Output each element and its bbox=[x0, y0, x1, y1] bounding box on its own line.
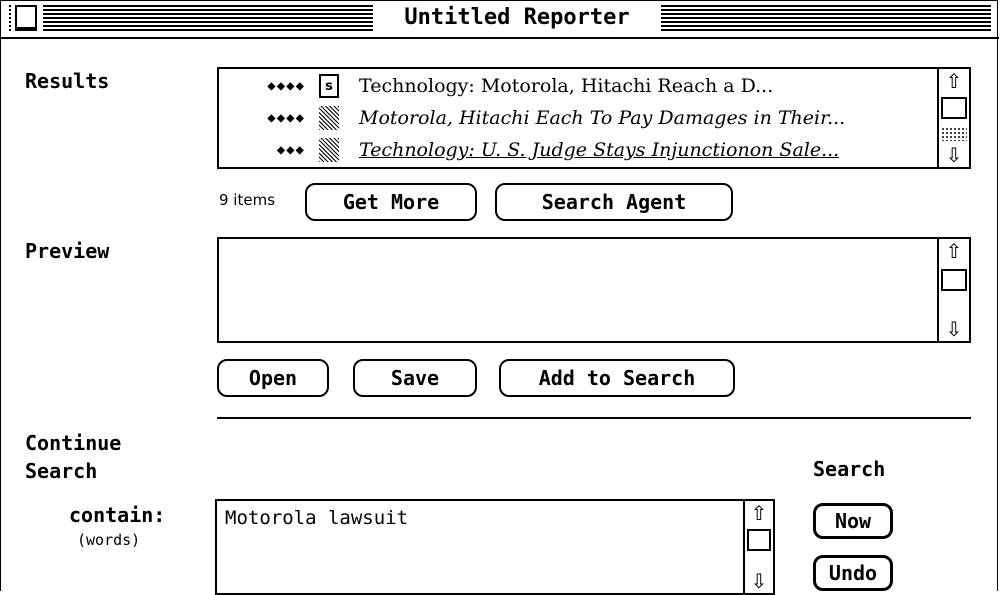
words-hint: (words) bbox=[77, 531, 141, 549]
continue-label-line2: Search bbox=[25, 459, 98, 483]
scroll-thumb[interactable] bbox=[747, 529, 771, 551]
window-title: Untitled Reporter bbox=[373, 3, 661, 33]
title-bar[interactable]: Untitled Reporter bbox=[1, 1, 999, 39]
search-now-button[interactable]: Now bbox=[813, 503, 893, 539]
scroll-thumb[interactable] bbox=[941, 97, 967, 119]
reporter-window: Untitled Reporter Results ◆◆◆◆ s Technol… bbox=[0, 0, 999, 595]
result-title: Motorola, Hitachi Each To Pay Damages in… bbox=[359, 107, 846, 129]
scroll-down-arrow-icon[interactable]: ⇩ bbox=[745, 569, 773, 593]
continue-search-label: Continue Search bbox=[25, 429, 121, 485]
scroll-thumb[interactable] bbox=[941, 269, 967, 291]
title-stripes-left bbox=[9, 5, 373, 31]
save-button[interactable]: Save bbox=[353, 359, 477, 397]
rating-icon: ◆◆◆ bbox=[276, 142, 305, 158]
summary-document-icon: s bbox=[319, 74, 339, 98]
rating-icon: ◆◆◆◆ bbox=[267, 78, 305, 94]
scroll-track[interactable] bbox=[941, 127, 967, 141]
rating-icon: ◆◆◆◆ bbox=[267, 110, 305, 126]
open-button[interactable]: Open bbox=[217, 359, 329, 397]
scroll-up-arrow-icon[interactable]: ⇧ bbox=[745, 501, 773, 525]
search-agent-button[interactable]: Search Agent bbox=[495, 183, 733, 221]
results-count: 9 items bbox=[219, 191, 276, 209]
get-more-button[interactable]: Get More bbox=[305, 183, 477, 221]
undo-button[interactable]: Undo bbox=[813, 555, 893, 591]
contain-label: contain: bbox=[69, 503, 166, 527]
scroll-up-arrow-icon[interactable]: ⇧ bbox=[939, 239, 969, 263]
scroll-up-arrow-icon[interactable]: ⇧ bbox=[939, 69, 969, 93]
document-icon bbox=[319, 138, 339, 162]
result-title: Technology: Motorola, Hitachi Reach a D.… bbox=[359, 75, 774, 97]
result-title: Technology: U. S. Judge Stays Injunction… bbox=[359, 139, 840, 161]
results-label: Results bbox=[25, 69, 110, 93]
query-scrollbar[interactable]: ⇧ ⇩ bbox=[743, 501, 773, 593]
title-stripes-right bbox=[661, 5, 991, 31]
preview-scrollbar[interactable]: ⇧ ⇩ bbox=[937, 239, 969, 341]
continue-label-line1: Continue bbox=[25, 431, 122, 455]
list-item[interactable]: ◆◆◆ Technology: U. S. Judge Stays Injunc… bbox=[225, 135, 839, 165]
section-divider bbox=[217, 417, 971, 419]
contain-words-field[interactable]: Motorola lawsuit ⇧ ⇩ bbox=[215, 499, 775, 595]
results-scrollbar[interactable]: ⇧ ⇩ bbox=[937, 69, 969, 167]
scroll-down-arrow-icon[interactable]: ⇩ bbox=[939, 317, 969, 341]
close-box-icon[interactable] bbox=[15, 5, 37, 29]
add-to-search-button[interactable]: Add to Search bbox=[499, 359, 735, 397]
list-item[interactable]: ◆◆◆◆ s Technology: Motorola, Hitachi Rea… bbox=[225, 71, 773, 101]
query-text[interactable]: Motorola lawsuit bbox=[225, 507, 408, 529]
search-label: Search bbox=[813, 457, 886, 481]
preview-label: Preview bbox=[25, 239, 110, 263]
preview-pane[interactable]: ⇧ ⇩ bbox=[217, 237, 971, 343]
list-item[interactable]: ◆◆◆◆ Motorola, Hitachi Each To Pay Damag… bbox=[225, 103, 845, 133]
results-list[interactable]: ◆◆◆◆ s Technology: Motorola, Hitachi Rea… bbox=[217, 67, 971, 169]
document-icon bbox=[319, 106, 339, 130]
scroll-down-arrow-icon[interactable]: ⇩ bbox=[939, 143, 969, 167]
